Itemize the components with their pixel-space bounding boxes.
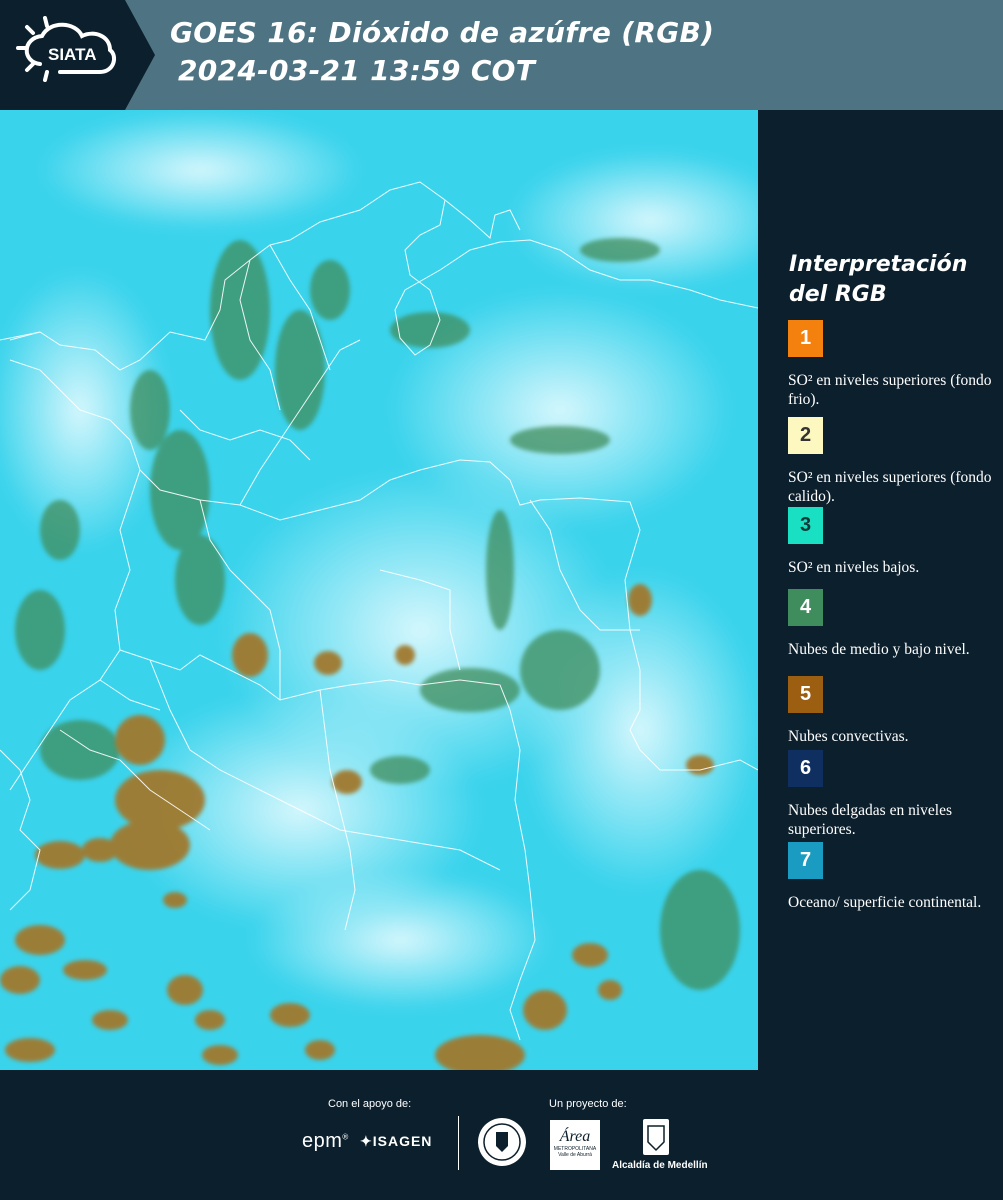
legend-swatch: 5	[788, 676, 823, 713]
area-logo-word: Área	[559, 1128, 591, 1145]
epm-logo-text: epm	[302, 1130, 343, 1152]
project-label: Un proyecto de:	[549, 1098, 627, 1110]
satellite-map[interactable]	[0, 110, 758, 1070]
legend-item: 4 Nubes de medio y bajo nivel.	[788, 589, 998, 659]
legend-item-text: Nubes convectivas.	[788, 728, 909, 745]
legend-item: 7 Oceano/ superficie continental.	[788, 842, 998, 912]
footer-divider	[458, 1116, 459, 1170]
alcaldia-label: Alcaldía de Medellín	[612, 1160, 708, 1171]
area-metropolitana-logo: Área METROPOLITANA Valle de Aburrá	[550, 1120, 600, 1170]
title-line-1: GOES 16: Dióxido de azúfre (RGB)	[170, 16, 715, 49]
legend-swatch: 6	[788, 750, 823, 787]
epm-logo: epm®	[302, 1130, 349, 1152]
area-logo-sub2: Valle de Aburrá	[558, 1152, 592, 1158]
legend-panel: Interpretación del RGB 1 SO² en niveles s…	[760, 110, 1003, 1070]
isagen-logo: ✦ISAGEN	[360, 1133, 432, 1150]
footer: Con el apoyo de: Un proyecto de: epm® ✦I…	[0, 1070, 1003, 1200]
page-title: GOES 16: Dióxido de azúfre (RGB) 2024-03…	[170, 14, 714, 90]
legend-item-text: SO² en niveles superiores (fondo calido)…	[788, 469, 992, 505]
legend-swatch: 4	[788, 589, 823, 626]
title-line-2: 2024-03-21 13:59 COT	[178, 54, 536, 87]
legend-swatch: 7	[788, 842, 823, 879]
header-bar: SIATA GOES 16: Dióxido de azúfre (RGB) 2…	[0, 0, 1003, 110]
legend-swatch: 3	[788, 507, 823, 544]
legend-item-text: Oceano/ superficie continental.	[788, 894, 982, 911]
legend-item: 5 Nubes convectivas.	[788, 676, 998, 746]
legend-item: 1 SO² en niveles superiores (fondo frio).	[788, 320, 998, 409]
alcaldia-shield-icon	[643, 1119, 669, 1155]
universidad-seal-icon	[478, 1118, 526, 1166]
legend-item: 3 SO² en niveles bajos.	[788, 507, 998, 577]
legend-title-line-2: del RGB	[789, 282, 887, 307]
legend-item: 6 Nubes delgadas en niveles superiores.	[788, 750, 998, 839]
legend-item-text: Nubes de medio y bajo nivel.	[788, 641, 970, 658]
support-label: Con el apoyo de:	[328, 1098, 412, 1110]
legend-swatch: 1	[788, 320, 823, 357]
legend-item: 2 SO² en niveles superiores (fondo calido…	[788, 417, 998, 506]
legend-title-line-1: Interpretación	[789, 252, 968, 277]
legend-item-text: Nubes delgadas en niveles superiores.	[788, 802, 952, 838]
legend-swatch: 2	[788, 417, 823, 454]
legend-title: Interpretación del RGB	[789, 250, 989, 310]
siata-logo-panel: SIATA	[0, 0, 155, 110]
isagen-mark-icon: ✦	[360, 1133, 373, 1149]
legend-item-text: SO² en niveles superiores (fondo frio).	[788, 372, 992, 408]
legend-item-text: SO² en niveles bajos.	[788, 559, 920, 576]
isagen-logo-text: ISAGEN	[372, 1133, 433, 1149]
logo-text: SIATA	[48, 45, 96, 64]
